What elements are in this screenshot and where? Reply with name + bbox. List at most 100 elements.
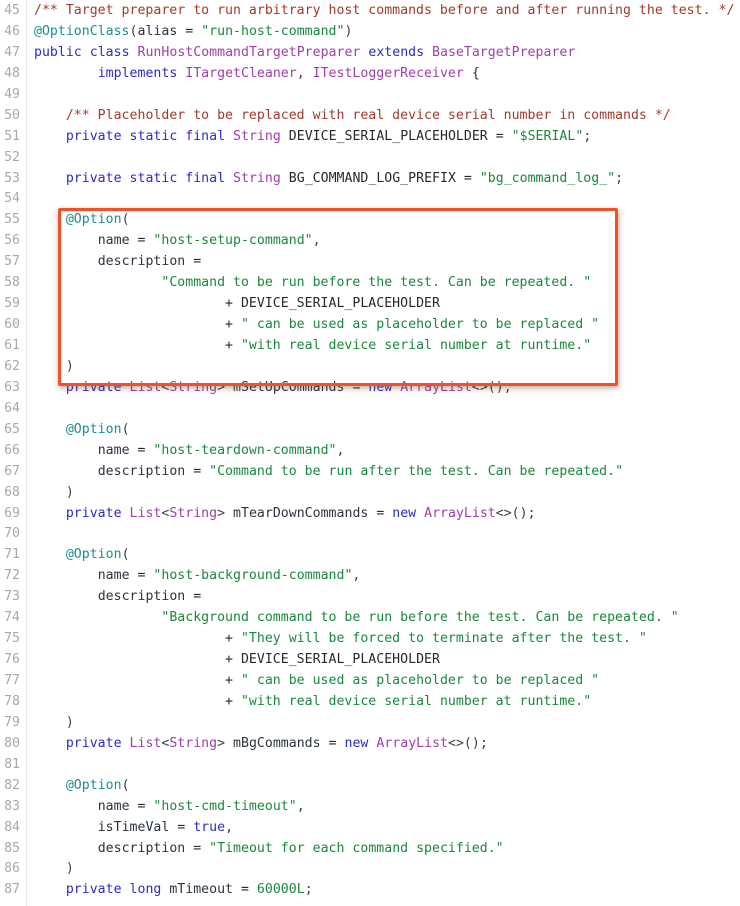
code-line[interactable]: 86 ) <box>0 859 740 880</box>
token-keyword: new <box>392 505 417 521</box>
token-keyword: final <box>185 128 226 144</box>
code-line[interactable]: 76 + DEVICE_SERIAL_PLACEHOLDER <box>0 650 740 671</box>
code-line[interactable]: 49 <box>0 85 740 106</box>
token-ident: description <box>97 589 186 605</box>
line-content: public class RunHostCommandTargetPrepare… <box>34 43 575 64</box>
code-line[interactable]: 87 private long mTimeout = 60000L; <box>0 880 740 901</box>
line-content: /** Placeholder to be replaced with real… <box>34 106 671 127</box>
code-line[interactable]: 80 private List<String> mBgCommands = ne… <box>0 734 740 755</box>
token-punct: > <box>217 379 226 395</box>
code-line[interactable]: 52 <box>0 148 740 169</box>
token-keyword: new <box>368 379 393 395</box>
token-ident: mTimeout <box>169 882 234 898</box>
code-line[interactable]: 72 name = "host-background-command", <box>0 566 740 587</box>
code-line[interactable]: 64 <box>0 399 740 420</box>
code-line[interactable]: 62 ) <box>0 357 740 378</box>
code-line[interactable]: 59 + DEVICE_SERIAL_PLACEHOLDER <box>0 294 740 315</box>
code-line[interactable]: 56 name = "host-setup-command", <box>0 231 740 252</box>
code-line[interactable]: 51 private static final String DEVICE_SE… <box>0 127 740 148</box>
code-line[interactable]: 75 + "They will be forced to terminate a… <box>0 629 740 650</box>
code-line[interactable]: 78 + "with real device serial number at … <box>0 692 740 713</box>
line-number: 86 <box>4 861 20 877</box>
code-line[interactable]: 45 /** Target preparer to run arbitrary h… <box>0 1 740 22</box>
token-plain: = <box>320 735 345 751</box>
line-content: ) <box>34 859 74 880</box>
token-punct: ; <box>304 882 313 898</box>
code-line[interactable]: 73 description = <box>0 587 740 608</box>
code-line[interactable]: 61 + "with real device serial number at … <box>0 336 740 357</box>
code-line[interactable]: 82 @Option( <box>0 776 740 797</box>
line-content: "Command to be run before the test. Can … <box>34 273 591 294</box>
code-line[interactable]: 74 "Background command to be run before … <box>0 608 740 629</box>
code-viewer[interactable]: 45 /** Target preparer to run arbitrary h… <box>0 0 740 906</box>
code-line[interactable]: 54 <box>0 189 740 210</box>
code-line[interactable]: 65 @Option( <box>0 420 740 441</box>
code-line[interactable]: 77 + " can be used as placeholder to be … <box>0 671 740 692</box>
code-line[interactable]: 69 private List<String> mTearDownCommand… <box>0 504 740 525</box>
code-line[interactable]: 70 <box>0 524 740 545</box>
line-number: 78 <box>4 693 20 709</box>
code-line[interactable]: 63 private List<String> mSetUpCommands =… <box>0 378 740 399</box>
code-line[interactable]: 48 implements ITargetCleaner, ITestLogge… <box>0 64 740 85</box>
code-line[interactable]: 57 description = <box>0 252 740 273</box>
line-number: 74 <box>4 610 20 626</box>
code-line[interactable]: 60 + " can be used as placeholder to be … <box>0 315 740 336</box>
token-punct: ) <box>344 23 353 39</box>
token-plain: = <box>487 128 512 144</box>
code-line[interactable]: 84 isTimeVal = true, <box>0 818 740 839</box>
code-line[interactable]: 81 <box>0 755 740 776</box>
code-line[interactable]: 58 "Command to be run before the test. C… <box>0 273 740 294</box>
token-keyword: implements <box>97 65 178 81</box>
line-content: + DEVICE_SERIAL_PLACEHOLDER <box>34 650 440 671</box>
token-plain: + <box>34 317 241 333</box>
line-number: 81 <box>4 756 20 772</box>
token-plain: = <box>129 233 154 249</box>
line-number: 49 <box>4 86 20 102</box>
line-number: 57 <box>4 254 20 270</box>
token-keyword: private <box>65 128 122 144</box>
token-type: BaseTargetPreparer <box>432 44 576 60</box>
token-type: ArrayList <box>424 505 496 521</box>
code-line[interactable]: 47 public class RunHostCommandTargetPrepa… <box>0 43 740 64</box>
line-number: 83 <box>4 798 20 814</box>
token-type: String <box>169 379 218 395</box>
code-line[interactable]: 55 @Option( <box>0 210 740 231</box>
code-line[interactable]: 53 private static final String BG_COMMAN… <box>0 169 740 190</box>
token-plain: = <box>129 798 154 814</box>
token-anno: @Option <box>65 777 122 793</box>
code-line[interactable]: 66 name = "host-teardown-command", <box>0 441 740 462</box>
token-type: RunHostCommandTargetPreparer <box>137 44 361 60</box>
line-content: + "with real device serial number at run… <box>34 336 591 357</box>
token-punct: > <box>217 735 226 751</box>
line-content: name = "host-cmd-timeout", <box>34 797 305 818</box>
code-line[interactable]: 46 @OptionClass(alias = "run-host-command… <box>0 22 740 43</box>
line-content: ) <box>34 713 74 734</box>
code-line[interactable]: 79 ) <box>0 713 740 734</box>
code-line[interactable]: 83 name = "host-cmd-timeout", <box>0 797 740 818</box>
token-string: "Background command to be run before the… <box>161 610 679 626</box>
line-number: 69 <box>4 505 20 521</box>
code-line[interactable]: 67 description = "Command to be run afte… <box>0 462 740 483</box>
token-keyword: private <box>65 379 122 395</box>
line-content: private List<String> mSetUpCommands = ne… <box>34 378 512 399</box>
line-content: ) <box>34 483 74 504</box>
token-string: "Command to be run before the test. Can … <box>161 275 592 291</box>
token-plain: = <box>455 170 480 186</box>
code-line[interactable]: 85 description = "Timeout for each comma… <box>0 839 740 860</box>
code-line[interactable]: 68 ) <box>0 483 740 504</box>
code-line[interactable]: 71 @Option( <box>0 545 740 566</box>
line-number: 54 <box>4 191 20 207</box>
code-line[interactable]: 50 /** Placeholder to be replaced with r… <box>0 106 740 127</box>
